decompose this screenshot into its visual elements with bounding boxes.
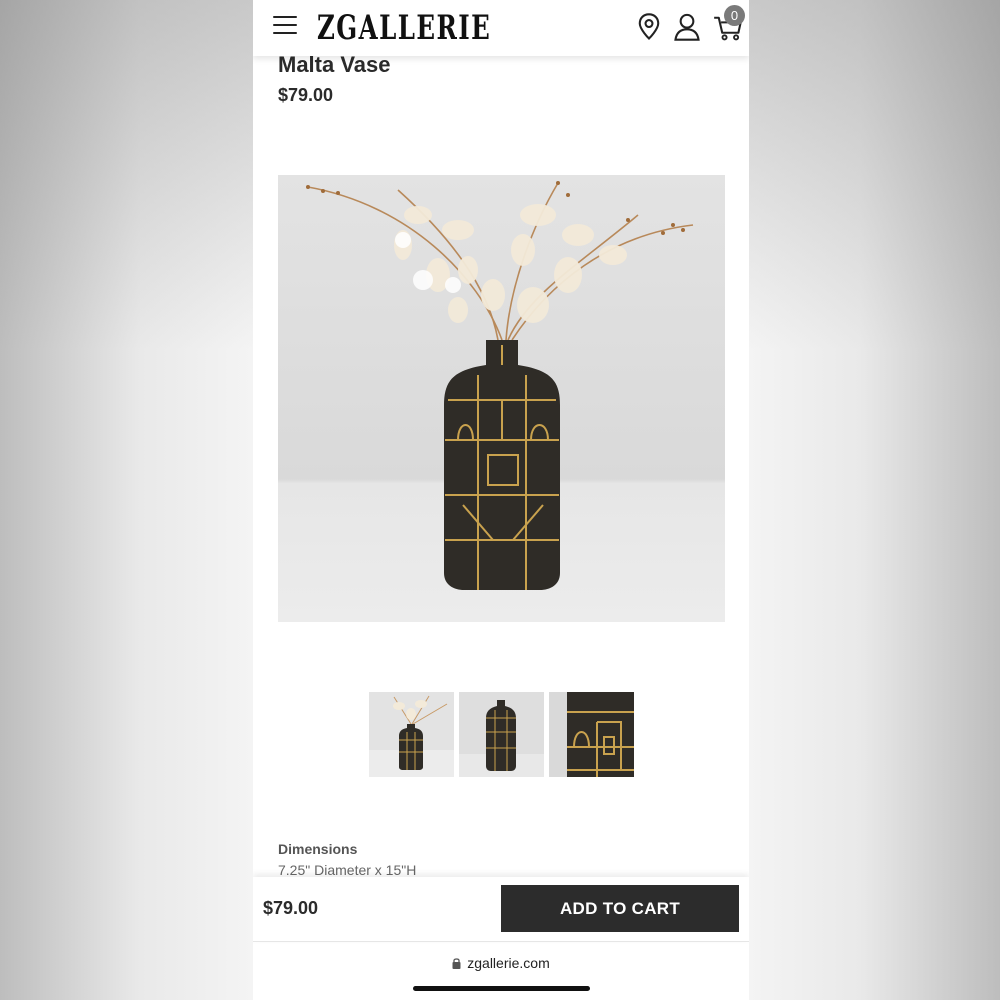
thumbnail-3[interactable] [549,692,634,777]
thumbnail-2[interactable] [459,692,544,777]
sticky-cart-bar: $79.00 ADD TO CART [253,877,749,942]
phone-screen: ZGALLERIE 0 Malta Vase $79.00 Dimensions… [253,0,749,1000]
main-product-image[interactable] [278,175,725,622]
add-to-cart-button[interactable]: ADD TO CART [501,885,739,932]
lock-icon [452,958,461,969]
dimensions-value: 7.25" Diameter x 15"H [278,862,417,878]
logo[interactable]: ZGALLERIE [317,6,491,50]
thumbnail-1[interactable] [369,692,454,777]
dimensions-label: Dimensions [278,841,358,857]
sticky-price: $79.00 [263,898,319,918]
site-header: ZGALLERIE 0 [253,0,749,56]
product-price: $79.00 [278,85,334,105]
menu-icon[interactable] [273,16,297,36]
url-text: zgallerie.com [467,955,550,971]
cart-count-badge: 0 [724,5,745,26]
url-display[interactable]: zgallerie.com [253,955,749,971]
browser-url-bar[interactable]: zgallerie.com [253,942,749,1000]
location-pin-icon[interactable] [635,12,663,42]
home-indicator[interactable] [413,986,590,991]
user-icon[interactable] [673,12,701,42]
